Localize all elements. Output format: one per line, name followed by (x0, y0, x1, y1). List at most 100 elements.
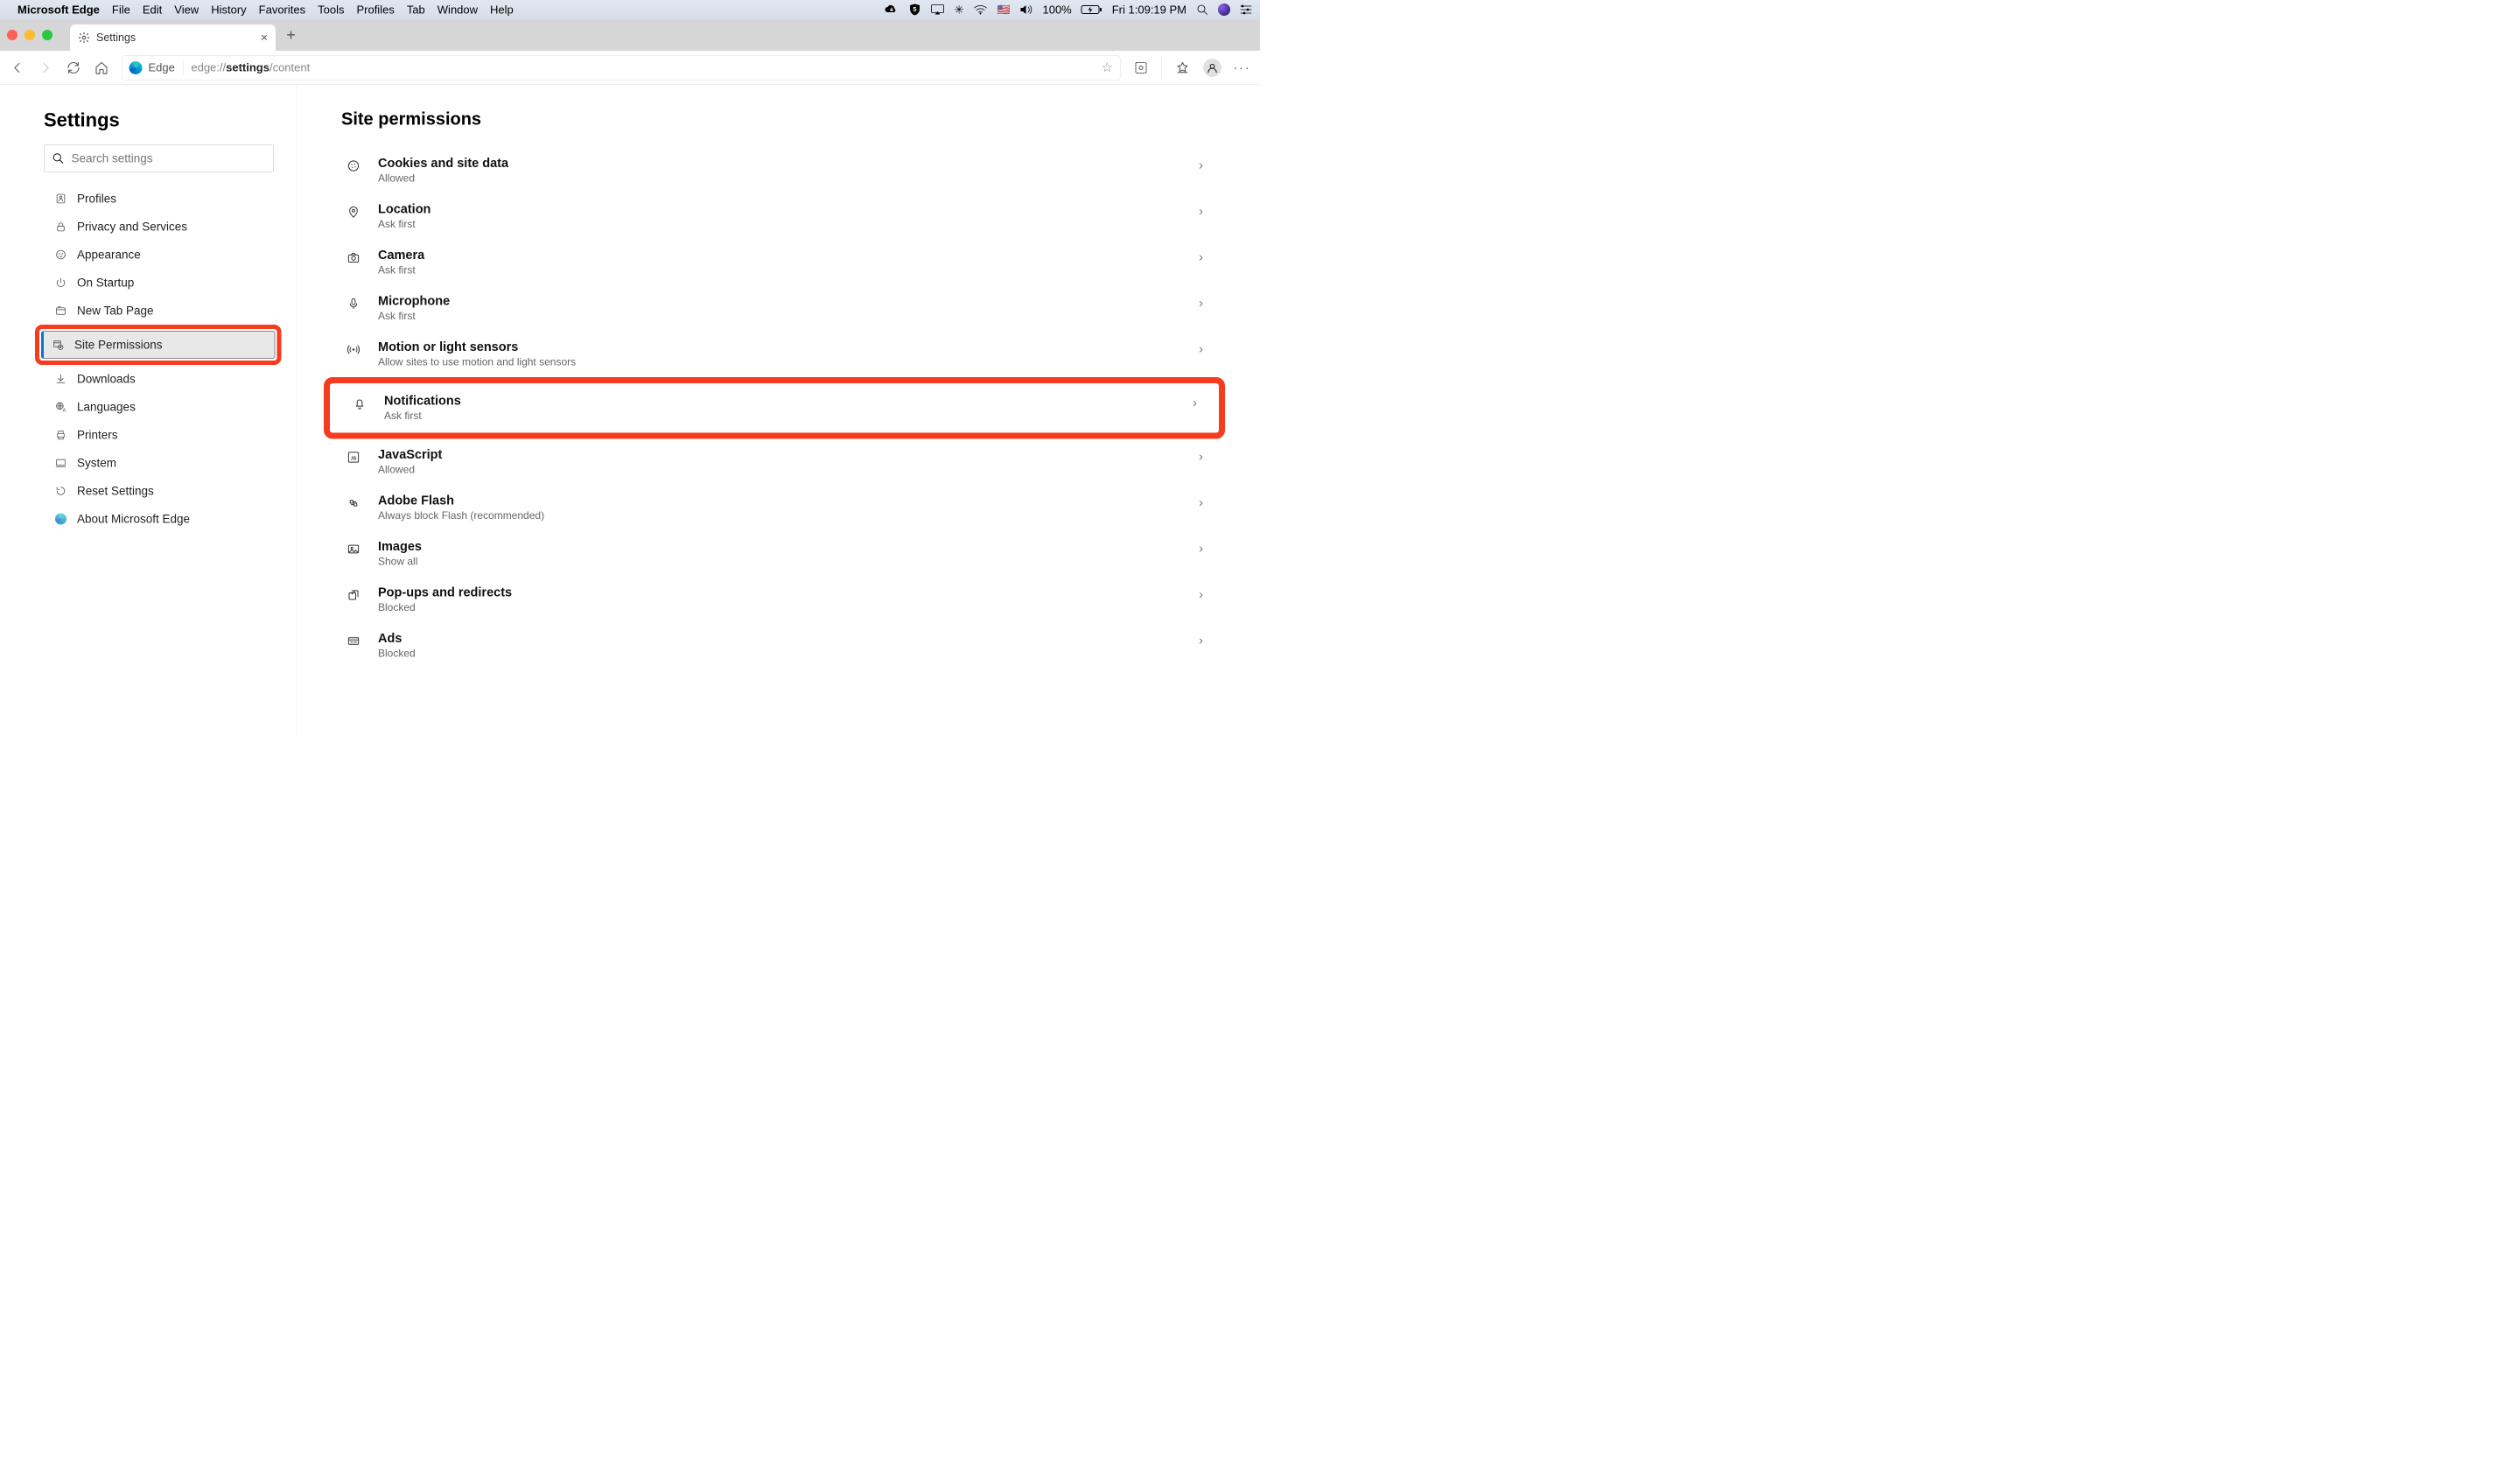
back-button[interactable] (10, 60, 25, 75)
window-close-button[interactable] (7, 30, 18, 40)
permission-row-adobe-flash[interactable]: Adobe Flash Always block Flash (recommend… (341, 485, 1208, 531)
refresh-button[interactable] (66, 60, 81, 75)
menu-help[interactable]: Help (490, 3, 514, 17)
sidebar-item-label: Privacy and Services (77, 220, 187, 234)
address-bar[interactable]: Edge edge://settings/content ☆ (122, 55, 1121, 80)
lock-icon (54, 221, 67, 234)
control-center-icon[interactable] (1240, 5, 1252, 15)
more-menu-button[interactable]: ··· (1234, 60, 1250, 76)
sidebar-item-printers[interactable]: Printers (44, 421, 276, 449)
permission-row-microphone[interactable]: MicrophoneAsk first› (341, 285, 1208, 332)
permission-row-javascript[interactable]: JSJavaScriptAllowed› (341, 439, 1208, 486)
sidebar-item-downloads[interactable]: Downloads (44, 365, 276, 393)
window-zoom-button[interactable] (42, 30, 52, 40)
gear-icon (78, 32, 90, 44)
settings-search-input[interactable] (72, 151, 266, 165)
motion-icon (346, 342, 361, 358)
flash-icon (346, 495, 361, 511)
favorite-star-icon[interactable]: ☆ (1102, 60, 1113, 76)
cloud-icon[interactable] (885, 4, 900, 15)
permission-row-images[interactable]: ImagesShow all› (341, 531, 1208, 578)
browser-toolbar: Edge edge://settings/content ☆ ··· (0, 51, 1260, 85)
chevron-right-icon: › (1199, 495, 1203, 510)
new-tab-button[interactable]: + (280, 25, 302, 46)
sidebar-item-label: Reset Settings (77, 484, 154, 498)
home-button[interactable] (94, 60, 109, 75)
spotlight-icon[interactable] (1196, 4, 1208, 16)
power-icon (54, 277, 67, 290)
favorites-icon[interactable] (1174, 60, 1191, 76)
tab-close-button[interactable]: × (261, 31, 268, 45)
svg-text:A: A (63, 408, 66, 412)
volume-icon[interactable] (1019, 4, 1032, 15)
sidebar-item-appearance[interactable]: Appearance (44, 241, 276, 269)
sidebar-item-privacy-and-services[interactable]: Privacy and Services (44, 213, 276, 241)
sidebar-item-site-permissions[interactable]: Site Permissions (41, 331, 276, 359)
chevron-right-icon: › (1199, 296, 1203, 311)
menubar-app-name[interactable]: Microsoft Edge (18, 3, 100, 17)
permission-row-cookies-and-site-data[interactable]: Cookies and site dataAllowed› (341, 148, 1208, 194)
bell-icon (352, 396, 368, 411)
window-controls (7, 30, 52, 40)
profile-avatar[interactable] (1203, 59, 1222, 77)
sidebar-item-reset-settings[interactable]: Reset Settings (44, 477, 276, 505)
menu-tab[interactable]: Tab (407, 3, 425, 17)
permission-title: Cookies and site data (378, 157, 1182, 172)
menu-window[interactable]: Window (438, 3, 478, 17)
sidebar-item-profiles[interactable]: Profiles (44, 185, 276, 213)
permission-row-pop-ups-and-redirects[interactable]: Pop-ups and redirectsBlocked› (341, 577, 1208, 623)
snowflake-icon[interactable]: ✳︎ (955, 3, 964, 17)
popup-icon (346, 587, 361, 603)
sidebar-item-system[interactable]: System (44, 449, 276, 477)
sidebar-item-label: On Startup (77, 276, 134, 290)
menu-tools[interactable]: Tools (318, 3, 344, 17)
menu-profiles[interactable]: Profiles (356, 3, 394, 17)
appearance-icon (54, 249, 67, 262)
permission-title: Adobe Flash (378, 494, 1182, 508)
shield-5-icon[interactable]: 5 (909, 4, 921, 17)
menubar-clock[interactable]: Fri 1:09:19 PM (1112, 3, 1186, 17)
sidebar-item-label: Site Permissions (74, 338, 163, 352)
permission-title: JavaScript (378, 448, 1182, 463)
tab-settings[interactable]: Settings × (70, 25, 276, 51)
mic-icon (346, 296, 361, 312)
chevron-right-icon: › (1193, 396, 1197, 410)
permission-title: Location (378, 202, 1182, 217)
mac-menubar: Microsoft Edge File Edit View History Fa… (0, 0, 1260, 19)
permission-row-ads[interactable]: AdsBlocked› (341, 623, 1208, 669)
menu-history[interactable]: History (211, 3, 246, 17)
permission-row-location[interactable]: LocationAsk first› (341, 193, 1208, 240)
permission-subtitle: Always block Flash (recommended) (378, 510, 1182, 522)
image-icon (346, 542, 361, 557)
sidebar-item-label: Printers (77, 428, 118, 442)
siri-icon[interactable] (1218, 4, 1230, 16)
wifi-icon[interactable] (974, 4, 988, 15)
profile-icon (54, 193, 67, 206)
screenshot-icon[interactable] (1133, 60, 1150, 76)
edge-logo-icon (130, 61, 143, 74)
chevron-right-icon: › (1199, 542, 1203, 557)
menu-edit[interactable]: Edit (143, 3, 162, 17)
sidebar-item-on-startup[interactable]: On Startup (44, 269, 276, 297)
menu-favorites[interactable]: Favorites (259, 3, 305, 17)
permission-subtitle: Blocked (378, 602, 1182, 614)
flag-us-icon[interactable]: 🇺🇸 (998, 4, 1011, 17)
omnibox-url: edge://settings/content (191, 61, 310, 75)
sidebar-item-new-tab-page[interactable]: New Tab Page (44, 297, 276, 325)
forward-button (38, 60, 53, 75)
sidebar-item-about-microsoft-edge[interactable]: About Microsoft Edge (44, 505, 276, 533)
menu-file[interactable]: File (112, 3, 130, 17)
window-minimize-button[interactable] (24, 30, 35, 40)
sidebar-item-languages[interactable]: A Languages (44, 393, 276, 421)
permission-row-camera[interactable]: CameraAsk first› (341, 240, 1208, 286)
sidebar-item-label: Languages (77, 400, 136, 414)
settings-search[interactable] (44, 144, 274, 172)
settings-heading: Settings (44, 109, 276, 131)
sidebar-item-label: Downloads (77, 372, 136, 386)
permission-subtitle: Ask first (378, 219, 1182, 231)
permission-row-motion-or-light-sensors[interactable]: Motion or light sensorsAllow sites to us… (341, 332, 1208, 378)
airplay-icon[interactable] (931, 4, 945, 16)
permission-row-notifications[interactable]: NotificationsAsk first› (330, 383, 1219, 433)
menu-view[interactable]: View (174, 3, 199, 17)
chevron-right-icon: › (1199, 450, 1203, 465)
